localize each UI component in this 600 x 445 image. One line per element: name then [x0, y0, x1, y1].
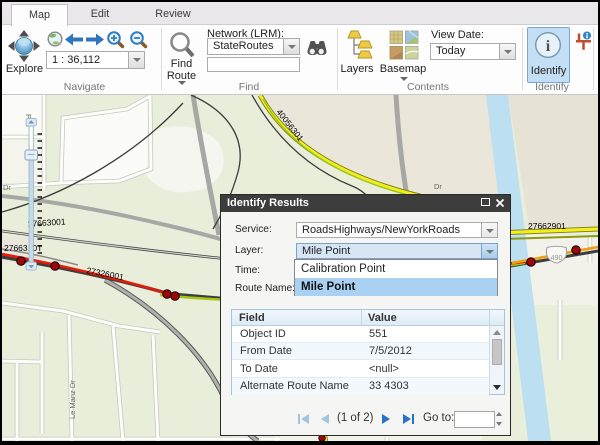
svg-text:i: i [546, 38, 551, 55]
svg-text:2766310T: 2766310T [4, 243, 42, 253]
svg-text:27662901: 27662901 [528, 221, 566, 231]
svg-text:Dr: Dr [3, 183, 11, 192]
svg-text:Le Manz Dr: Le Manz Dr [68, 380, 77, 419]
svg-text:Dr: Dr [434, 182, 442, 191]
svg-text:490: 490 [551, 253, 563, 262]
